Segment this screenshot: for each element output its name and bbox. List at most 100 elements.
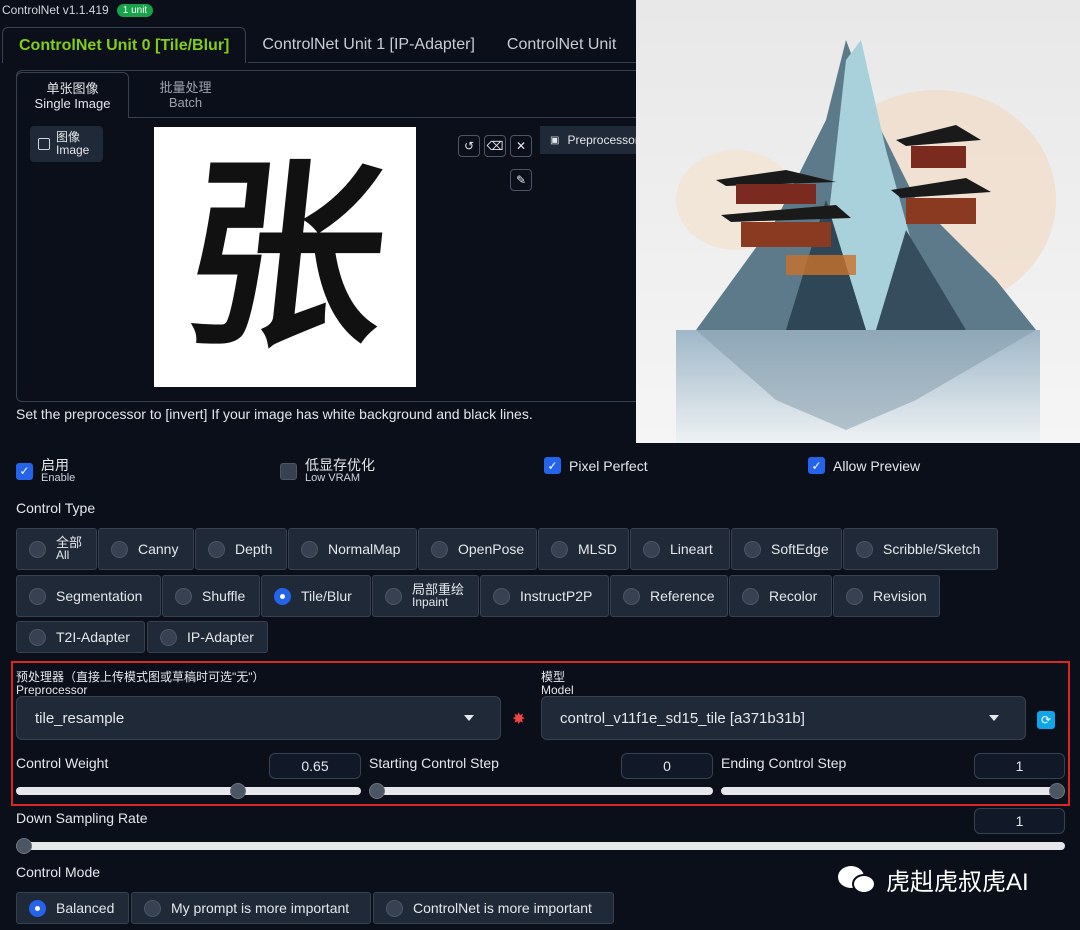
tab-unit-2[interactable]: ControlNet Unit — [491, 27, 632, 63]
check-icon: ✓ — [16, 462, 33, 480]
control-type-all[interactable]: 全部 All — [16, 528, 97, 570]
tab-divider — [248, 62, 648, 63]
image-mode-tabs: 单张图像 Single Image 批量处理 Batch — [16, 72, 242, 118]
control-type-inpaint[interactable]: 局部重绘 Inpaint — [372, 575, 479, 617]
ending-step-thumb[interactable] — [1049, 783, 1065, 799]
control-type-canny[interactable]: Canny — [98, 528, 194, 570]
control-type-mlsd[interactable]: MLSD — [538, 528, 629, 570]
control-type-depth[interactable]: Depth — [195, 528, 287, 570]
starting-step-input[interactable]: 0 — [621, 753, 713, 779]
unit-tabs: ControlNet Unit 0 [Tile/Blur] ControlNet… — [2, 27, 632, 63]
inpaint-en: Inpaint — [412, 595, 449, 609]
control-weight-track[interactable] — [16, 787, 361, 795]
tile-blur-label: Tile/Blur — [301, 588, 352, 604]
radio-icon — [29, 587, 46, 605]
radio-selected-icon — [274, 587, 291, 605]
input-image-canvas[interactable]: 张 — [154, 127, 416, 387]
starting-step-thumb[interactable] — [369, 783, 385, 799]
control-type-t2i-adapter[interactable]: T2I-Adapter — [16, 621, 145, 653]
down-sampling-track[interactable] — [16, 842, 1065, 850]
control-type-softedge[interactable]: SoftEdge — [731, 528, 842, 570]
control-type-lineart[interactable]: Lineart — [630, 528, 730, 570]
control-type-shuffle[interactable]: Shuffle — [162, 575, 260, 617]
image-icon — [38, 138, 50, 150]
down-sampling-input[interactable]: 1 — [974, 808, 1065, 834]
eraser-icon[interactable]: ⌫ — [484, 135, 506, 157]
control-type-scribble[interactable]: Scribble/Sketch — [843, 528, 998, 570]
reference-label: Reference — [650, 588, 715, 604]
top-bar: ControlNet v1.1.419 1 unit — [0, 0, 640, 20]
control-type-instructp2p[interactable]: InstructP2P — [480, 575, 609, 617]
radio-selected-icon — [29, 899, 46, 917]
down-sampling-label: Down Sampling Rate — [16, 810, 148, 826]
depth-label: Depth — [235, 541, 273, 557]
model-title-en: Model — [541, 683, 574, 697]
model-dropdown[interactable]: control_v11f1e_sd15_tile [a371b31b] — [541, 696, 1026, 740]
refresh-icon[interactable]: ⟳ — [1037, 711, 1055, 729]
tab-single-image[interactable]: 单张图像 Single Image — [16, 72, 129, 118]
shuffle-label: Shuffle — [202, 588, 246, 604]
wechat-icon — [838, 864, 878, 896]
low-vram-checkbox[interactable]: 低显存优化 Low VRAM — [280, 458, 375, 484]
close-icon[interactable]: ✕ — [510, 135, 532, 157]
run-preprocessor-icon[interactable]: ✸ — [512, 709, 525, 729]
control-type-reference[interactable]: Reference — [610, 575, 728, 617]
segmentation-label: Segmentation — [56, 588, 143, 604]
down-sampling-thumb[interactable] — [16, 838, 32, 854]
control-mode-title: Control Mode — [16, 864, 101, 880]
canny-label: Canny — [138, 541, 179, 557]
control-type-revision[interactable]: Revision — [833, 575, 940, 617]
radio-icon — [386, 899, 403, 917]
image-label: 图像 Image — [30, 126, 103, 162]
radio-icon — [385, 587, 402, 605]
app-title: ControlNet v1.1.419 — [2, 3, 109, 17]
control-type-ip-adapter[interactable]: IP-Adapter — [147, 621, 268, 653]
control-weight-input[interactable]: 0.65 — [269, 753, 361, 779]
brush-icon[interactable]: ✎ — [510, 169, 532, 191]
tab-batch[interactable]: 批量处理 Batch — [129, 72, 242, 118]
control-mode-balanced[interactable]: Balanced — [16, 892, 129, 924]
control-weight-label: Control Weight — [16, 755, 109, 771]
preprocessor-preview-text: Preprocessor — [567, 133, 636, 147]
rotate-icon[interactable]: ↺ — [458, 135, 480, 157]
radio-icon — [744, 540, 761, 558]
controlnet-important-label: ControlNet is more important — [413, 900, 592, 916]
radio-icon — [623, 587, 640, 605]
radio-icon — [144, 899, 161, 917]
control-weight-thumb[interactable] — [229, 783, 246, 799]
radio-icon — [208, 540, 225, 558]
control-type-openpose[interactable]: OpenPose — [418, 528, 537, 570]
scribble-label: Scribble/Sketch — [883, 541, 981, 557]
control-mode-controlnet[interactable]: ControlNet is more important — [373, 892, 614, 924]
starting-step-track[interactable] — [369, 787, 713, 795]
ending-step-input[interactable]: 1 — [974, 753, 1065, 779]
control-type-recolor[interactable]: Recolor — [729, 575, 832, 617]
radio-icon — [856, 540, 873, 558]
control-type-normalmap[interactable]: NormalMap — [288, 528, 417, 570]
preprocessor-dropdown[interactable]: tile_resample — [16, 696, 501, 740]
tab-unit-1[interactable]: ControlNet Unit 1 [IP-Adapter] — [246, 27, 491, 63]
control-mode-prompt[interactable]: My prompt is more important — [131, 892, 371, 924]
enable-label-en: Enable — [41, 472, 76, 484]
recolor-label: Recolor — [769, 588, 818, 604]
starting-step-label: Starting Control Step — [369, 755, 499, 771]
ending-step-track[interactable] — [721, 787, 1065, 795]
unchecked-box — [280, 462, 297, 480]
preprocessor-title-zh: 预处理器（直接上传模式图或草稿时可选"无"） — [16, 670, 265, 684]
calligraphy-glyph: 张 — [172, 139, 398, 374]
control-type-tile-blur[interactable]: Tile/Blur — [261, 575, 371, 617]
pixel-perfect-checkbox[interactable]: ✓ Pixel Perfect — [544, 457, 648, 474]
model-title-zh: 模型 — [541, 670, 566, 684]
output-preview-image — [636, 0, 1080, 443]
watermark: 虎赳虎叔虎AI — [838, 862, 1029, 897]
control-type-segmentation[interactable]: Segmentation — [16, 575, 161, 617]
tab-unit-0[interactable]: ControlNet Unit 0 [Tile/Blur] — [2, 27, 247, 63]
preprocessor-value: tile_resample — [35, 709, 125, 727]
radio-icon — [29, 540, 46, 558]
ending-step-label: Ending Control Step — [721, 755, 847, 771]
enable-checkbox[interactable]: ✓ 启用 Enable — [16, 458, 75, 484]
radio-icon — [643, 540, 660, 558]
allow-preview-checkbox[interactable]: ✓ Allow Preview — [808, 457, 920, 474]
preprocessor-preview-label: ▣ Preprocessor — [540, 126, 636, 154]
low-vram-label-zh: 低显存优化 — [305, 457, 375, 473]
